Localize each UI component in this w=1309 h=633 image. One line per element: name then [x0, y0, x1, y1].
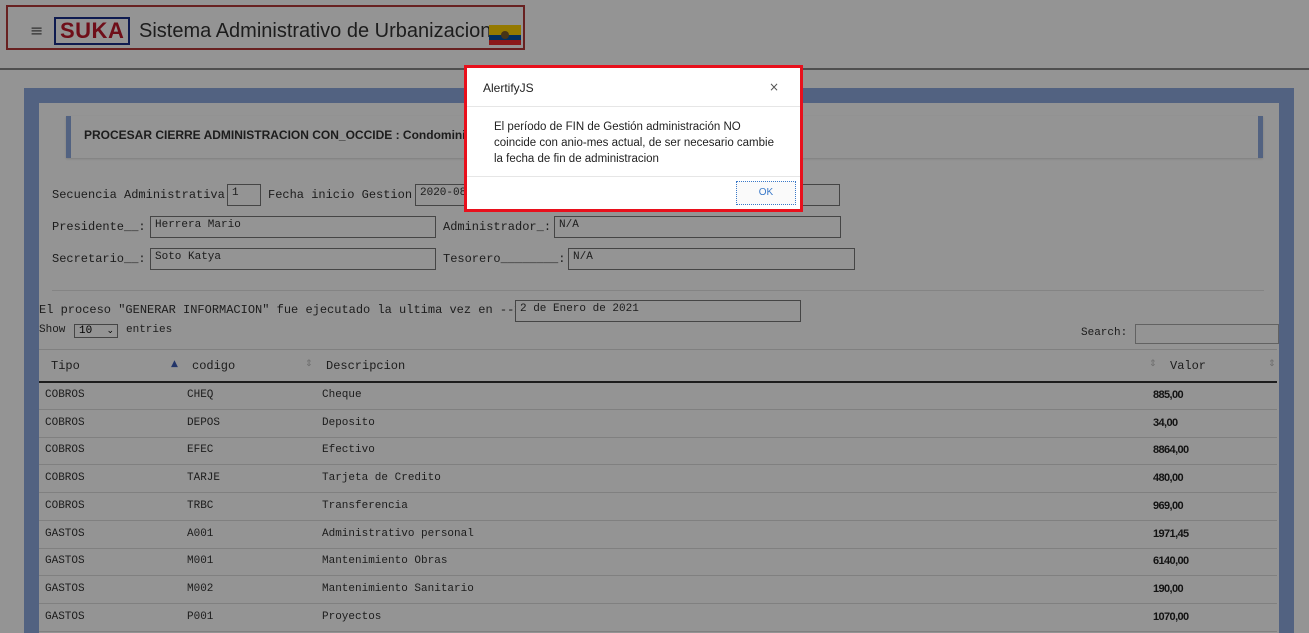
- dialog-divider: [467, 176, 800, 177]
- page: ≡ SUKA Sistema Administrativo de Urbaniz…: [0, 0, 1309, 633]
- dialog-message: El período de FIN de Gestión administrac…: [494, 121, 774, 165]
- close-icon[interactable]: ×: [769, 80, 779, 94]
- ok-button[interactable]: OK: [736, 181, 796, 205]
- dialog-divider: [467, 106, 800, 107]
- alert-dialog: AlertifyJS × El período de FIN de Gestió…: [464, 65, 803, 212]
- dialog-title: AlertifyJS: [483, 81, 534, 95]
